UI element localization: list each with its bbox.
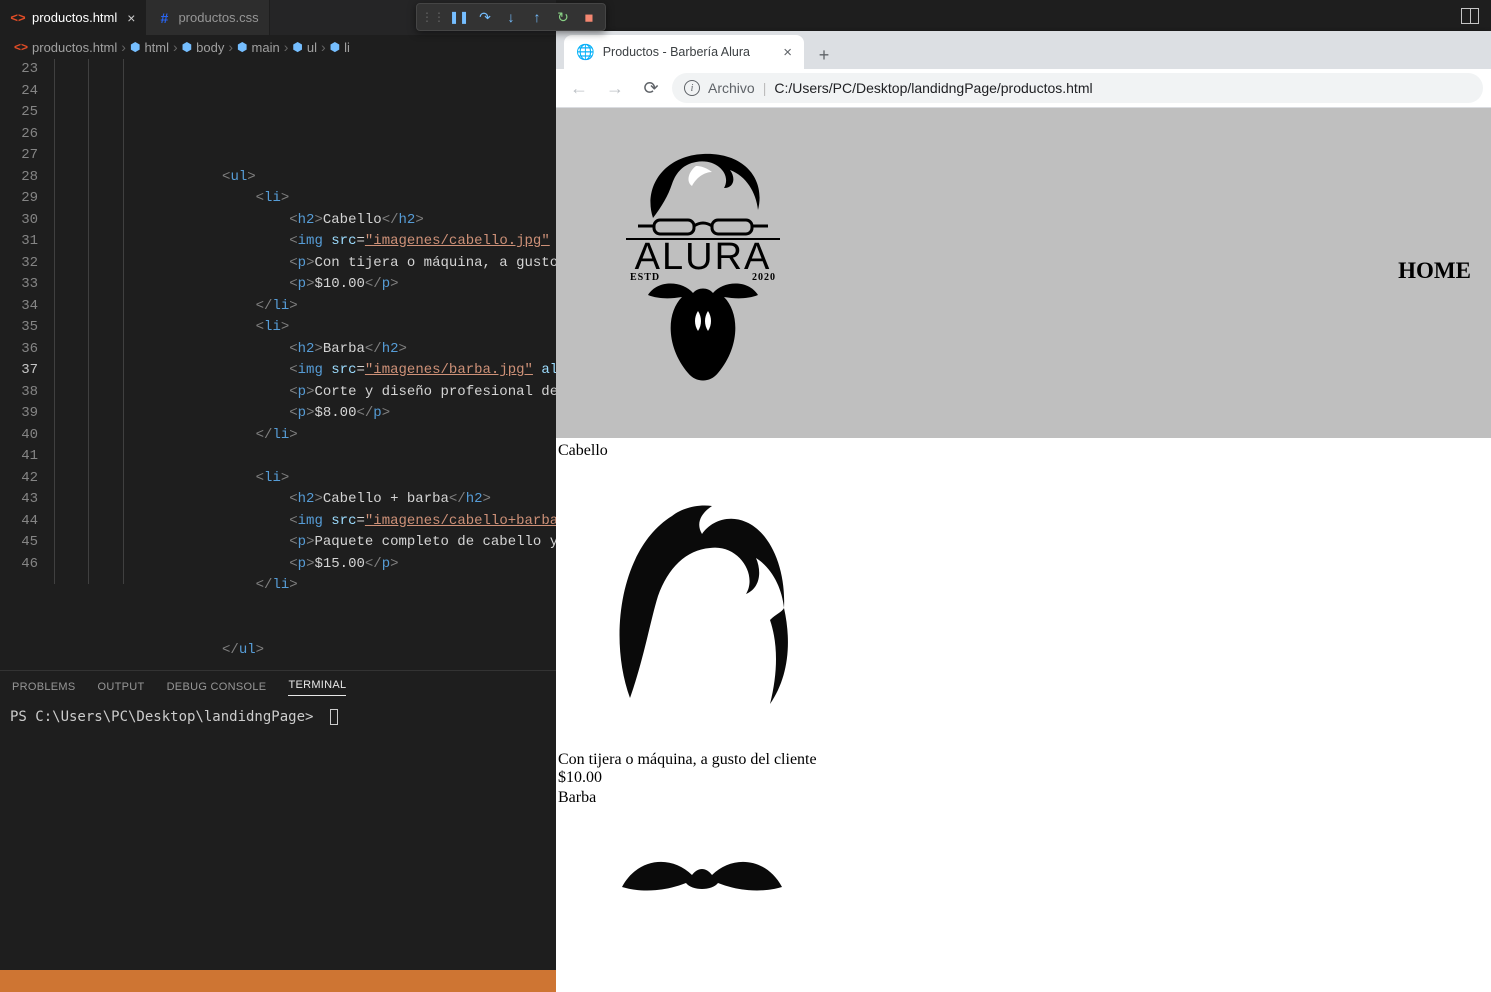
- line-gutter: 2324252627282930313233343536373839404142…: [0, 59, 54, 670]
- browser-tab-title: Productos - Barbería Alura: [603, 45, 750, 59]
- info-icon[interactable]: i: [684, 80, 700, 96]
- breadcrumb[interactable]: <> productos.html › ⬢html › ⬢body › ⬢mai…: [0, 35, 556, 59]
- dark-strip: [556, 0, 1491, 31]
- panel-tab-debug-console[interactable]: DEBUG CONSOLE: [167, 681, 267, 693]
- chevron-right-icon: ›: [121, 39, 126, 55]
- status-bar[interactable]: [0, 970, 556, 992]
- logo-hair-icon: [638, 148, 768, 224]
- symbol-icon: ⬢: [130, 40, 140, 54]
- terminal-cursor: [330, 709, 338, 725]
- browser-tabstrip: 🌐 Productos - Barbería Alura × +: [556, 31, 1491, 69]
- panel-tab-terminal[interactable]: TERMINAL: [288, 679, 346, 696]
- debug-toolbar[interactable]: ⋮⋮ ❚❚ ↷ ↓ ↑ ↻ ◼: [416, 3, 606, 31]
- breadcrumb-body[interactable]: ⬢body: [182, 40, 225, 55]
- forward-button[interactable]: →: [600, 73, 630, 103]
- css-file-icon: #: [156, 10, 172, 26]
- breadcrumb-ul[interactable]: ⬢ul: [292, 40, 317, 55]
- step-over-button[interactable]: ↷: [473, 5, 497, 29]
- browser-viewport[interactable]: ALURA ESTD 2020 HOME Cabello: [556, 108, 1491, 992]
- breadcrumb-main[interactable]: ⬢main: [237, 40, 280, 55]
- new-tab-button[interactable]: +: [810, 41, 838, 69]
- reload-button[interactable]: ⟳: [636, 73, 666, 103]
- product-price: $10.00: [558, 769, 1489, 787]
- symbol-icon: ⬢: [330, 40, 340, 54]
- product-image: [602, 837, 1489, 912]
- bottom-panel: PROBLEMS OUTPUT DEBUG CONSOLE TERMINAL P…: [0, 670, 556, 970]
- browser-toolbar: ← → ⟳ i Archivo | C:/Users/PC/Desktop/la…: [556, 69, 1491, 108]
- tab-label: productos.css: [178, 10, 258, 25]
- chevron-right-icon: ›: [321, 39, 326, 55]
- close-icon[interactable]: ×: [783, 44, 792, 61]
- logo-beard-icon: [628, 277, 778, 387]
- browser-tab[interactable]: 🌐 Productos - Barbería Alura ×: [564, 35, 804, 69]
- terminal-prompt: PS C:\Users\PC\Desktop\landidngPage>: [10, 709, 313, 725]
- logo: ALURA ESTD 2020: [618, 148, 788, 387]
- symbol-icon: ⬢: [237, 40, 247, 54]
- product-title: Cabello: [558, 442, 1489, 460]
- code-content[interactable]: <ul> <li> <h2>Cabello</h2> <img src="ima…: [54, 59, 556, 670]
- html-file-icon: <>: [10, 10, 26, 26]
- html-file-icon: <>: [14, 40, 28, 54]
- panel-tab-problems[interactable]: PROBLEMS: [12, 681, 76, 693]
- symbol-icon: ⬢: [182, 40, 192, 54]
- editor-tab-productos-html[interactable]: <> productos.html ×: [0, 0, 146, 35]
- product-image: [602, 468, 1489, 743]
- symbol-icon: ⬢: [292, 40, 302, 54]
- home-link[interactable]: HOME: [1398, 258, 1471, 284]
- url-scheme: Archivo: [708, 80, 755, 96]
- code-editor[interactable]: 2324252627282930313233343536373839404142…: [0, 59, 556, 670]
- step-out-button[interactable]: ↑: [525, 5, 549, 29]
- panel-tabs: PROBLEMS OUTPUT DEBUG CONSOLE TERMINAL: [0, 671, 556, 703]
- breadcrumb-file[interactable]: <> productos.html: [14, 40, 117, 55]
- tab-label: productos.html: [32, 10, 117, 25]
- product-title: Barba: [558, 789, 1489, 807]
- vscode-pane: <> productos.html × # productos.css ⋮⋮ ❚…: [0, 0, 556, 992]
- back-button[interactable]: ←: [564, 73, 594, 103]
- logo-glasses-icon: [628, 218, 778, 236]
- drag-handle-icon[interactable]: ⋮⋮: [421, 5, 445, 29]
- pause-button[interactable]: ❚❚: [447, 5, 471, 29]
- globe-icon: 🌐: [576, 43, 595, 61]
- browser-window: 🌐 Productos - Barbería Alura × + ← → ⟳ i…: [556, 31, 1491, 992]
- page-header: ALURA ESTD 2020 HOME: [556, 108, 1491, 438]
- logo-brand: ALURA: [618, 240, 788, 274]
- terminal[interactable]: PS C:\Users\PC\Desktop\landidngPage>: [0, 703, 556, 970]
- editor-tab-productos-css[interactable]: # productos.css: [146, 0, 269, 35]
- divider: |: [763, 80, 767, 96]
- chevron-right-icon: ›: [228, 39, 233, 55]
- url-path: C:/Users/PC/Desktop/landidngPage/product…: [774, 80, 1092, 96]
- close-icon[interactable]: ×: [127, 10, 135, 26]
- address-bar[interactable]: i Archivo | C:/Users/PC/Desktop/landidng…: [672, 73, 1483, 103]
- page-body: Cabello Con tijera o máquina, a gusto de…: [556, 438, 1491, 922]
- breadcrumb-li[interactable]: ⬢li: [330, 40, 350, 55]
- chevron-right-icon: ›: [173, 39, 178, 55]
- product-desc: Con tijera o máquina, a gusto del client…: [558, 751, 1489, 769]
- breadcrumb-html[interactable]: ⬢html: [130, 40, 169, 55]
- stop-button[interactable]: ◼: [577, 5, 601, 29]
- panel-tab-output[interactable]: OUTPUT: [98, 681, 145, 693]
- restart-button[interactable]: ↻: [551, 5, 575, 29]
- step-into-button[interactable]: ↓: [499, 5, 523, 29]
- split-editor-button[interactable]: [1461, 8, 1479, 24]
- chevron-right-icon: ›: [284, 39, 289, 55]
